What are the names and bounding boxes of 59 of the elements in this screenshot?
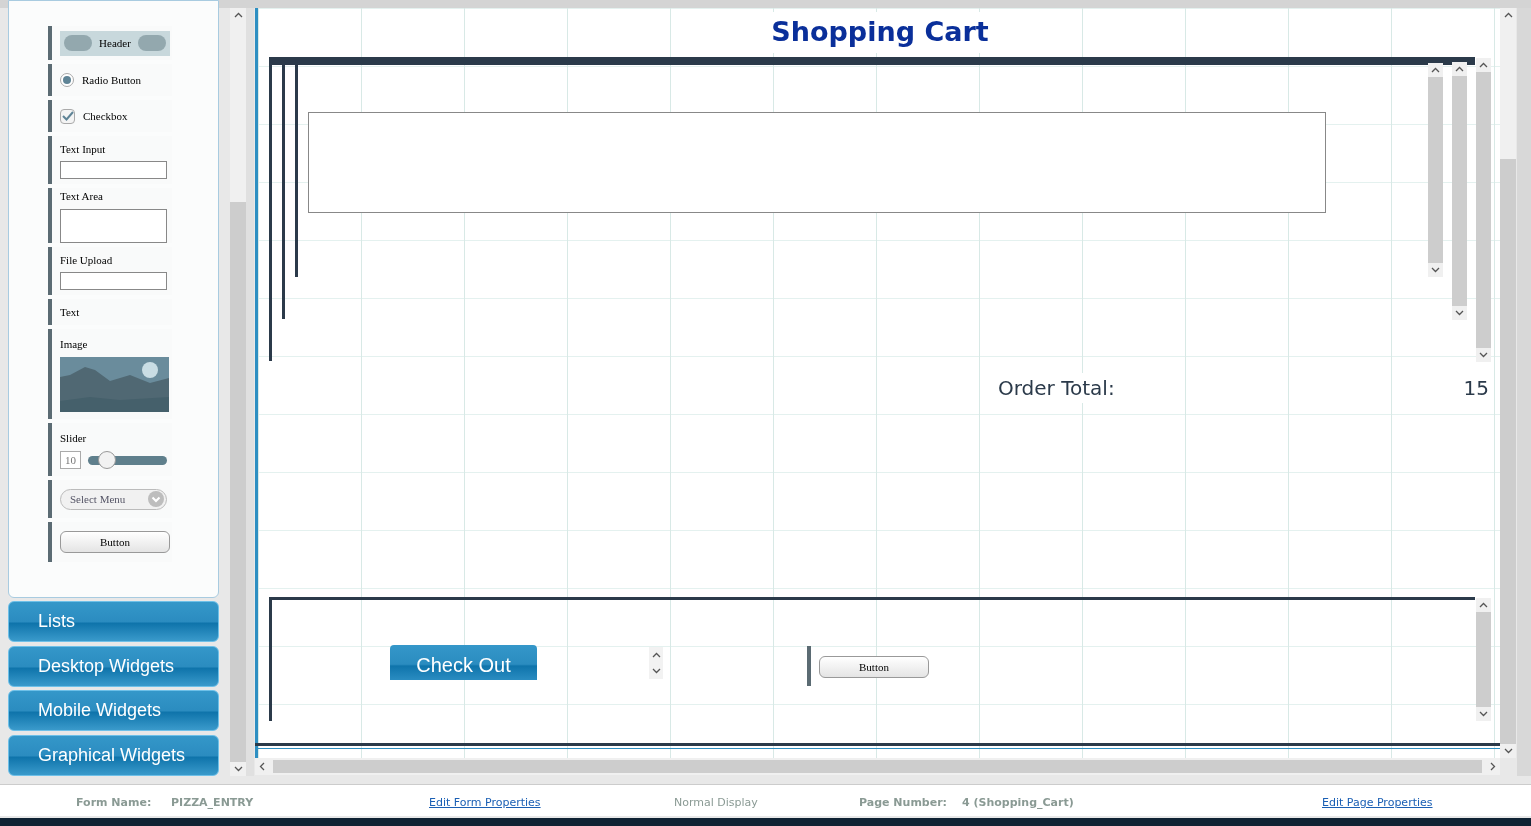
button[interactable]: Button	[819, 656, 929, 678]
widget-label: Text	[60, 304, 80, 320]
scrollbar-thumb[interactable]	[273, 760, 1482, 773]
dropdown-icon[interactable]	[148, 491, 164, 507]
chevron-up-icon[interactable]	[1431, 67, 1440, 73]
form-name-label: Form Name:	[76, 795, 152, 811]
scrollbar[interactable]	[230, 8, 246, 776]
edit-form-properties-link[interactable]: Edit Form Properties	[429, 795, 541, 812]
chevron-up-icon[interactable]	[1479, 62, 1488, 68]
file-upload-field[interactable]	[60, 272, 167, 291]
widget-label: Text Input	[60, 141, 107, 157]
widget-label: Image	[60, 337, 89, 353]
input-field[interactable]	[60, 161, 167, 180]
spinner[interactable]	[649, 647, 663, 679]
chevron-down-icon[interactable]	[651, 668, 661, 674]
scrollbar[interactable]	[255, 758, 1500, 775]
select-menu[interactable]: Select Menu	[60, 488, 167, 510]
header-widget[interactable]: Header	[60, 30, 170, 56]
edit-page-properties-link[interactable]: Edit Page Properties	[1322, 795, 1433, 812]
chevron-down-icon[interactable]	[1479, 711, 1488, 717]
category-button[interactable]: Lists	[8, 601, 219, 642]
chevron-up-icon[interactable]	[651, 652, 661, 658]
widget-label: Slider	[60, 430, 88, 446]
text-area[interactable]	[308, 112, 1326, 213]
landscape-image-icon	[60, 356, 169, 412]
category-button[interactable]: Graphical Widgets	[8, 734, 219, 776]
category-button[interactable]: Desktop Widgets	[8, 645, 219, 687]
chevron-up-icon[interactable]	[1455, 66, 1464, 72]
chevron-down-icon[interactable]	[1455, 310, 1464, 316]
button[interactable]: Button	[60, 531, 170, 553]
widget-label: File Upload	[60, 252, 114, 268]
chevron-down-icon[interactable]	[1479, 352, 1488, 358]
scrollbar[interactable]	[1500, 8, 1516, 758]
category-button[interactable]: Mobile Widgets	[8, 690, 219, 731]
scrollbar-thumb[interactable]	[230, 202, 246, 762]
chevron-left-icon[interactable]	[259, 762, 265, 771]
radio-button[interactable]	[60, 73, 74, 87]
scrollbar-thumb[interactable]	[1476, 612, 1491, 707]
chevron-down-icon[interactable]	[1503, 748, 1513, 754]
text-area[interactable]	[60, 208, 167, 243]
slider-value-field[interactable]: 10	[60, 451, 81, 470]
widget-label: Checkbox	[83, 108, 128, 124]
slider-thumb[interactable]	[97, 450, 116, 469]
display-mode: Normal Display	[674, 795, 758, 811]
chevron-down-icon[interactable]	[233, 766, 243, 772]
page-number-label: Page Number:	[859, 795, 947, 811]
chevron-down-icon[interactable]	[1431, 267, 1440, 273]
checkbox[interactable]	[60, 108, 75, 124]
chevron-up-icon[interactable]	[1503, 12, 1513, 18]
page-number-value: 4 (Shopping_Cart)	[962, 795, 1074, 811]
chevron-up-icon[interactable]	[1479, 602, 1488, 608]
chevron-up-icon[interactable]	[233, 12, 243, 18]
checkout-button[interactable]: Check Out	[390, 645, 537, 680]
widget-label: Text Area	[60, 189, 104, 205]
scrollbar[interactable]	[1476, 598, 1491, 721]
form-name-value: PIZZA_ENTRY	[171, 795, 254, 811]
scrollbar-thumb[interactable]	[1500, 159, 1516, 744]
chevron-right-icon[interactable]	[1490, 762, 1496, 771]
widget-label: Radio Button	[82, 72, 141, 88]
